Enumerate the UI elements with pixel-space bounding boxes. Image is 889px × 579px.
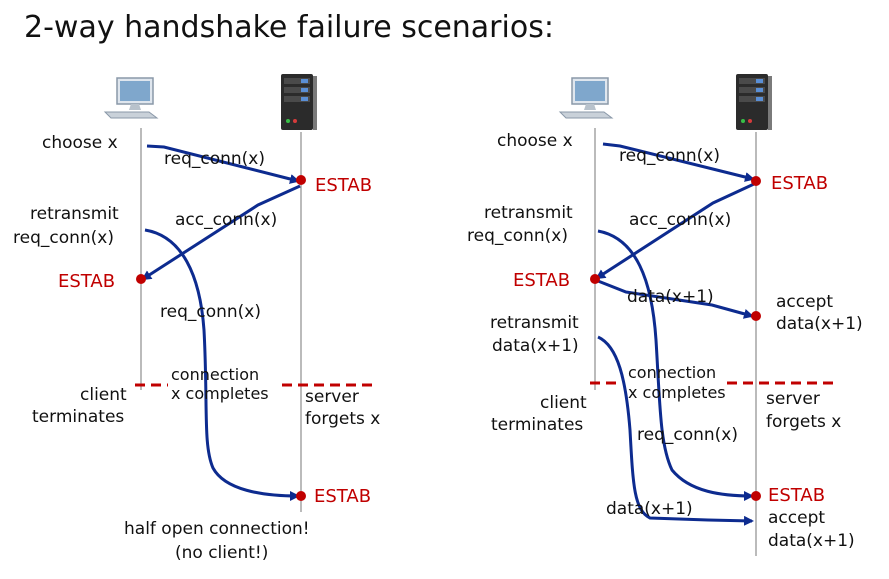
choose-x-label: choose x [497,131,573,151]
retransmit-req-label: req_conn(x) [467,226,568,246]
client-terminates-label: client [80,385,127,405]
accept-data-label: accept [768,508,825,528]
estab-dot [751,491,761,501]
desktop-computer-icon [558,77,614,119]
req-conn-label: req_conn(x) [637,425,738,445]
estab-dot [751,176,761,186]
client-terminates-label: terminates [32,407,124,427]
x-completes-label: x completes [171,384,269,403]
server-estab-label: ESTAB [315,175,372,196]
right-scenario: choose x req_conn(x) ESTAB retransmit re… [467,74,863,556]
acc-conn-arrow [595,182,755,280]
left-scenario: choose x req_conn(x) ESTAB retransmit re… [13,74,380,563]
client-terminates-label: client [540,393,587,413]
desktop-computer-icon [103,77,159,119]
accept-dot [751,311,761,321]
server-forgets-label: server [766,389,820,409]
retransmit-data-label: retransmit [490,313,579,333]
server-estab-label: ESTAB [771,173,828,194]
connection-label: connection [628,363,716,382]
retransmit-label: retransmit [30,204,119,224]
client-estab-label: ESTAB [58,271,115,292]
acc-conn-label: acc_conn(x) [175,210,277,230]
acc-conn-label: acc_conn(x) [629,210,731,230]
server-forgets-label: forgets x [305,409,380,429]
server-forgets-label: forgets x [766,412,841,432]
x-completes-label: x completes [628,383,726,402]
server-tower-icon [281,74,317,130]
server-forgets-label: server [305,387,359,407]
half-open-caption: half open connection! [124,519,310,539]
estab-dot [296,491,306,501]
server-tower-icon [736,74,772,130]
data-label: data(x+1) [627,287,714,307]
half-open-caption: (no client!) [175,543,268,563]
req-conn-label: req_conn(x) [160,302,261,322]
retransmit-req-arrow [144,228,300,501]
accept-data-label: accept [776,292,833,312]
retransmit-data-label: data(x+1) [492,336,579,356]
req-conn-label: req_conn(x) [619,146,720,166]
estab-dot [590,274,600,284]
accept-data-label: data(x+1) [776,314,863,334]
data-label: data(x+1) [606,499,693,519]
choose-x-label: choose x [42,133,118,153]
client-terminates-label: terminates [491,415,583,435]
acc-conn-arrow [141,184,301,281]
retransmit-req-label: req_conn(x) [13,228,114,248]
retransmit-label: retransmit [484,203,573,223]
client-estab-label: ESTAB [513,270,570,291]
accept-data-label: data(x+1) [768,531,855,551]
late-estab-label: ESTAB [768,485,825,506]
connection-label: connection [171,365,259,384]
req-conn-label: req_conn(x) [164,149,265,169]
estab-dot [296,175,306,185]
estab-dot [136,274,146,284]
late-estab-label: ESTAB [314,486,371,507]
handshake-diagram: choose x req_conn(x) ESTAB retransmit re… [13,74,863,563]
